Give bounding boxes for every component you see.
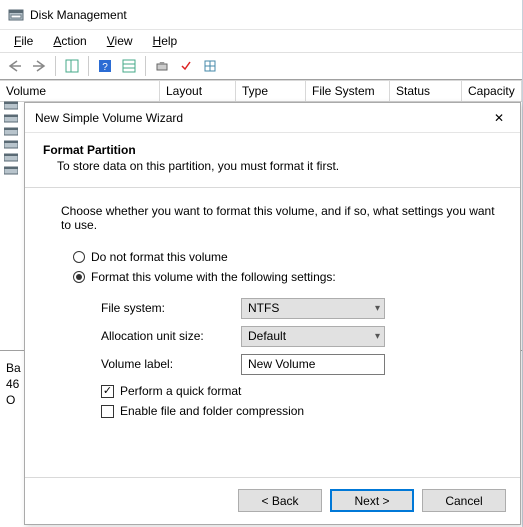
col-capacity[interactable]: Capacity	[462, 80, 522, 101]
menubar: File Action View Help	[0, 30, 522, 52]
wizard-dialog: New Simple Volume Wizard ✕ Format Partit…	[24, 102, 521, 525]
toolbar-separator	[55, 56, 56, 76]
radio-do-not-format[interactable]: Do not format this volume	[73, 250, 502, 264]
filesystem-value: NTFS	[248, 301, 279, 315]
svg-text:?: ?	[102, 62, 108, 73]
toolbar-tool1-button[interactable]	[151, 55, 173, 77]
dialog-heading: Format Partition	[43, 143, 502, 157]
dialog-button-divider	[25, 477, 520, 478]
volume-table-header: Volume Layout Type File System Status Ca…	[0, 80, 522, 102]
filesystem-label: File system:	[101, 301, 241, 315]
toolbar-tool3-button[interactable]	[199, 55, 221, 77]
dialog-divider	[25, 187, 520, 188]
radio-icon	[73, 271, 85, 283]
checkbox-icon	[101, 405, 114, 418]
bottom-line: 46	[6, 376, 21, 392]
volume-icon	[4, 165, 18, 176]
allocation-combo[interactable]: Default ▾	[241, 326, 385, 347]
allocation-label: Allocation unit size:	[101, 329, 241, 343]
list-icon	[122, 59, 136, 73]
arrow-right-icon	[32, 60, 46, 72]
bottom-line: Ba	[6, 360, 21, 376]
compression-checkbox[interactable]: Enable file and folder compression	[101, 404, 502, 418]
col-filesystem[interactable]: File System	[306, 80, 390, 101]
radio-label: Format this volume with the following se…	[91, 270, 336, 284]
cancel-button[interactable]: Cancel	[422, 489, 506, 512]
volume-icon	[4, 126, 18, 137]
filesystem-combo[interactable]: NTFS ▾	[241, 298, 385, 319]
close-button[interactable]: ✕	[488, 109, 510, 127]
volume-icon	[4, 113, 18, 124]
col-status[interactable]: Status	[390, 80, 462, 101]
toolbar-separator	[145, 56, 146, 76]
window-title: Disk Management	[30, 8, 127, 22]
volume-icon	[4, 139, 18, 150]
forward-button[interactable]	[28, 55, 50, 77]
bottom-line: O	[6, 392, 21, 408]
checkbox-icon	[101, 385, 114, 398]
panes-icon	[65, 59, 79, 73]
checkbox-label: Perform a quick format	[120, 384, 241, 398]
quick-format-checkbox[interactable]: Perform a quick format	[101, 384, 502, 398]
col-layout[interactable]: Layout	[160, 80, 236, 101]
back-button[interactable]	[4, 55, 26, 77]
next-button[interactable]: Next >	[330, 489, 414, 512]
help-button[interactable]: ?	[94, 55, 116, 77]
checkbox-label: Enable file and folder compression	[120, 404, 304, 418]
help-icon: ?	[98, 59, 112, 73]
radio-format[interactable]: Format this volume with the following se…	[73, 270, 502, 284]
chevron-down-icon: ▾	[375, 331, 380, 342]
grid-icon	[203, 59, 217, 73]
toolbar-list-button[interactable]	[118, 55, 140, 77]
toolbar: ?	[0, 52, 522, 80]
disk-management-icon	[8, 7, 24, 23]
volume-label-input[interactable]	[241, 354, 385, 375]
toolbar-separator	[88, 56, 89, 76]
menu-view[interactable]: View	[97, 32, 143, 50]
dialog-instruction: Choose whether you want to format this v…	[61, 204, 502, 232]
menu-action[interactable]: Action	[43, 32, 96, 50]
menu-file[interactable]: File	[4, 32, 43, 50]
radio-icon	[73, 251, 85, 263]
volume-icon	[4, 152, 18, 163]
window-titlebar: Disk Management	[0, 0, 522, 30]
col-type[interactable]: Type	[236, 80, 306, 101]
tool1-icon	[155, 59, 169, 73]
volume-icon	[4, 100, 18, 111]
radio-label: Do not format this volume	[91, 250, 228, 264]
volume-label-label: Volume label:	[101, 357, 241, 371]
checkmark-icon	[179, 59, 193, 73]
dialog-button-row: < Back Next > Cancel	[238, 489, 506, 512]
dialog-subheading: To store data on this partition, you mus…	[57, 159, 502, 173]
bottom-pane: Ba 46 O	[6, 360, 21, 408]
chevron-down-icon: ▾	[375, 303, 380, 314]
menu-help[interactable]: Help	[143, 32, 188, 50]
dialog-titlebar: New Simple Volume Wizard ✕	[25, 103, 520, 133]
toolbar-panes-button[interactable]	[61, 55, 83, 77]
back-button[interactable]: < Back	[238, 489, 322, 512]
dialog-title: New Simple Volume Wizard	[35, 111, 183, 125]
col-volume[interactable]: Volume	[0, 80, 160, 101]
toolbar-tool2-button[interactable]	[175, 55, 197, 77]
arrow-left-icon	[8, 60, 22, 72]
volume-row-icons	[4, 100, 18, 176]
allocation-value: Default	[248, 329, 286, 343]
